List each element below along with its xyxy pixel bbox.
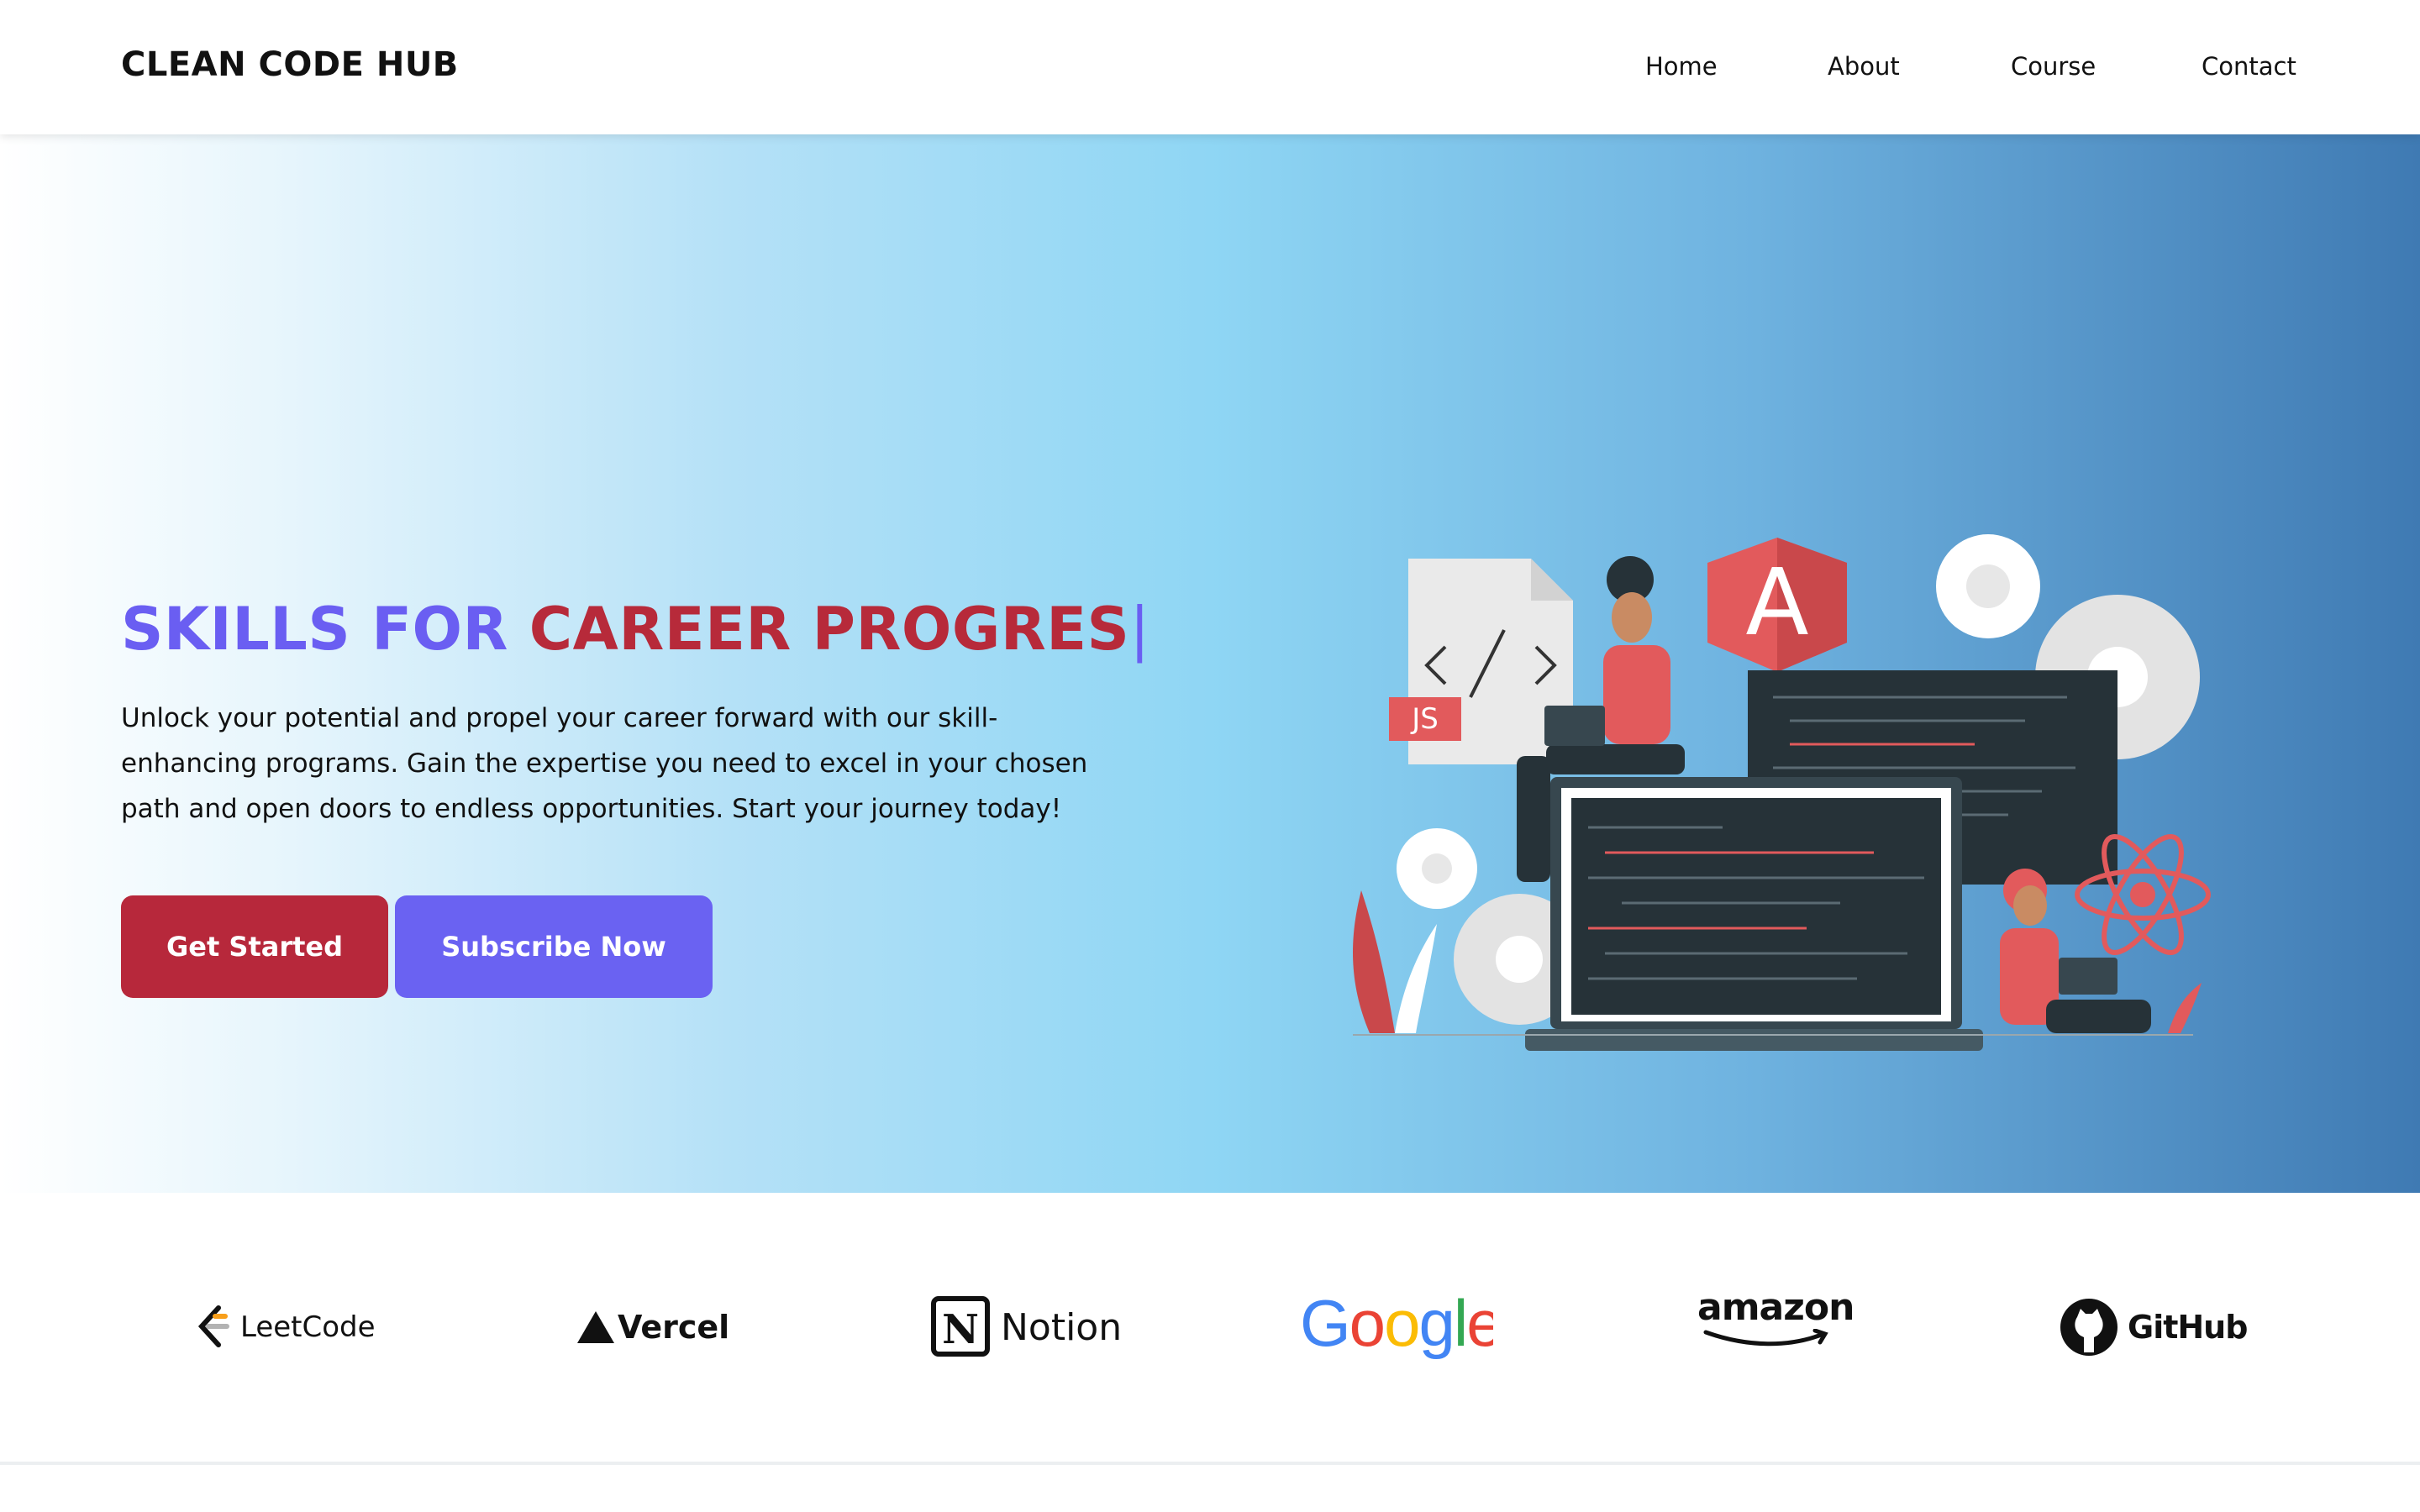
gear-icon: [1936, 534, 2040, 638]
get-started-button[interactable]: Get Started: [121, 895, 388, 998]
nav-contact[interactable]: Contact: [2202, 52, 2296, 81]
laptop: [1525, 777, 1983, 1051]
gear-icon: [1397, 828, 1477, 909]
nav-course[interactable]: Course: [2011, 52, 2096, 81]
headline-part-skills: SKILLS FOR: [121, 595, 529, 664]
nav-home[interactable]: Home: [1645, 52, 1718, 81]
hero-description-line: path and open doors to endless opportuni…: [121, 794, 1062, 824]
partner-logos-strip: LeetCode Vercel N Notion Google amazon G…: [0, 1193, 2420, 1462]
developers-illustration: JS A: [1353, 534, 2211, 1051]
nav-about[interactable]: About: [1828, 52, 1900, 81]
hero-headline: SKILLS FOR CAREER PROGRES|: [121, 595, 1150, 664]
hero-description-line: enhancing programs. Gain the expertise y…: [121, 748, 1088, 779]
partner-logo-amazon[interactable]: amazon: [1697, 1287, 1854, 1354]
notion-n-icon: N: [931, 1296, 990, 1357]
hero-section: SKILLS FOR CAREER PROGRES| Unlock your p…: [0, 134, 2420, 1193]
leetcode-icon: [197, 1305, 229, 1347]
notion-wordmark: Notion: [1001, 1305, 1123, 1349]
svg-text:Google: Google: [1300, 1294, 1493, 1360]
typing-cursor: |: [1129, 595, 1150, 664]
plant-decoration: [1353, 890, 1437, 1033]
hero-description: Unlock your potential and propel your ca…: [121, 696, 1129, 832]
github-octocat-icon: [2060, 1299, 2118, 1356]
vercel-wordmark: Vercel: [618, 1309, 730, 1346]
brand-logo[interactable]: CLEAN CODE HUB: [121, 45, 459, 84]
github-wordmark: GitHub: [2128, 1309, 2248, 1346]
partner-logo-vercel[interactable]: Vercel: [576, 1294, 729, 1361]
partner-logo-notion[interactable]: N Notion: [930, 1294, 1122, 1361]
vercel-triangle-icon: [577, 1311, 614, 1343]
angular-letter: A: [1745, 549, 1808, 656]
angular-icon: A: [1707, 538, 1847, 672]
headline-part-career: CAREER PROGRES: [529, 595, 1130, 664]
svg-text:N: N: [942, 1306, 979, 1353]
amazon-smile-icon: [1703, 1329, 1828, 1347]
js-badge-label: JS: [1410, 702, 1439, 736]
top-navbar: CLEAN CODE HUB Home About Course Contact: [0, 0, 2420, 134]
partner-logo-google[interactable]: Google: [1300, 1294, 1493, 1361]
plant-decoration: [2168, 983, 2202, 1033]
hero-description-line: Unlock your potential and propel your ca…: [121, 703, 998, 733]
bottom-divider: [0, 1462, 2420, 1465]
google-wordmark: Google: [1300, 1294, 1493, 1360]
leetcode-wordmark: LeetCode: [240, 1310, 376, 1344]
subscribe-now-button[interactable]: Subscribe Now: [395, 895, 713, 998]
partner-logo-leetcode[interactable]: LeetCode: [195, 1294, 376, 1361]
amazon-wordmark: amazon: [1697, 1286, 1854, 1329]
partner-logo-github[interactable]: GitHub: [2059, 1294, 2248, 1361]
